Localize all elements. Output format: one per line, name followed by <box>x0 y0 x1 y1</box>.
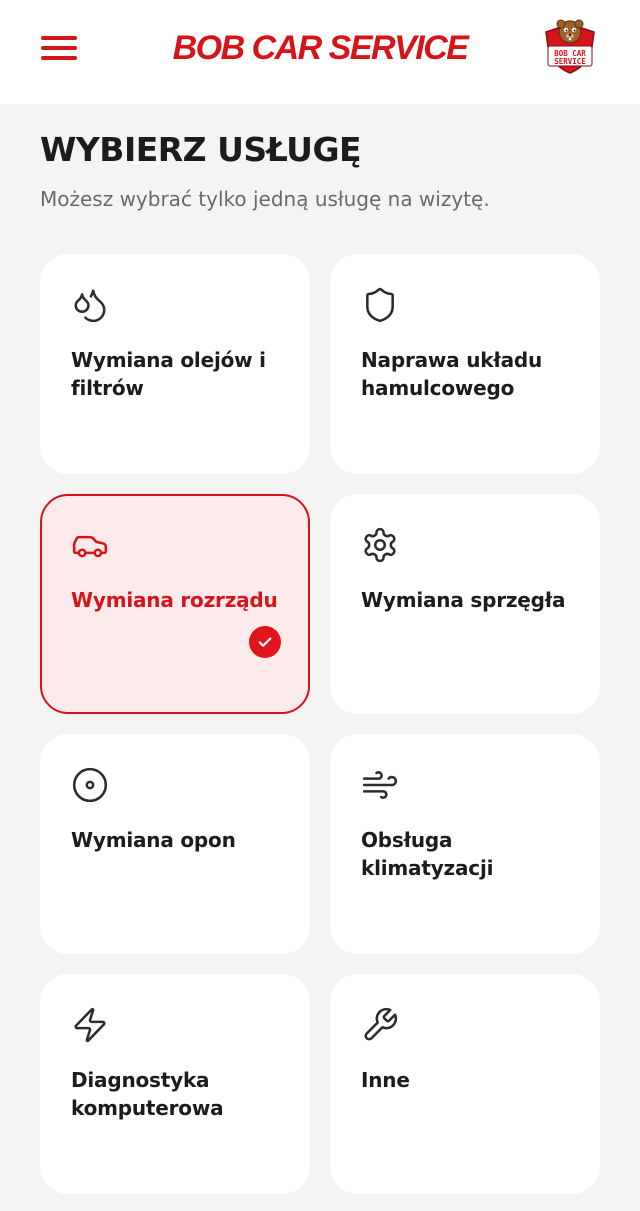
service-label: Diagnostyka komputerowa <box>71 1068 224 1120</box>
beaver-logo-icon: BOB CAR SERVICE <box>545 19 595 74</box>
oil-drops-icon <box>71 286 109 324</box>
service-card-other[interactable]: Inne <box>330 974 600 1194</box>
service-grid: Wymiana olejów i filtrów Naprawa układu … <box>40 254 600 1194</box>
svg-text:SERVICE: SERVICE <box>554 57 586 66</box>
service-label: Wymiana opon <box>71 828 236 852</box>
menu-bar <box>41 36 77 40</box>
disc-icon <box>71 766 109 804</box>
wrench-icon <box>361 1006 399 1044</box>
service-card-clutch[interactable]: Wymiana sprzęgła <box>330 494 600 714</box>
service-label: Inne <box>361 1068 410 1092</box>
lightning-icon <box>71 1006 109 1044</box>
app-header: BOB CAR SERVICE BOB CAR SERVICE <box>0 0 640 104</box>
service-card-ac[interactable]: Obsługa klimatyzacji <box>330 734 600 954</box>
service-card-diagnostics[interactable]: Diagnostyka komputerowa <box>40 974 310 1194</box>
menu-bar <box>41 46 77 50</box>
car-icon <box>71 526 109 564</box>
selected-check-icon <box>249 626 281 658</box>
service-label: Naprawa układu hamulcowego <box>361 348 543 400</box>
shield-icon <box>361 286 399 324</box>
mascot-logo[interactable]: BOB CAR SERVICE <box>537 18 603 76</box>
service-label: Obsługa klimatyzacji <box>361 828 494 880</box>
service-label: Wymiana olejów i filtrów <box>71 348 266 400</box>
service-card-timing[interactable]: Wymiana rozrządu <box>40 494 310 714</box>
service-label: Wymiana rozrządu <box>71 588 278 612</box>
service-card-brakes[interactable]: Naprawa układu hamulcowego <box>330 254 600 474</box>
service-card-tires[interactable]: Wymiana opon <box>40 734 310 954</box>
wind-icon <box>361 766 399 804</box>
page-title: WYBIERZ USŁUGĘ <box>40 130 362 169</box>
hamburger-menu-icon[interactable] <box>40 33 78 63</box>
service-label: Wymiana sprzęgła <box>361 588 566 612</box>
brand-title: BOB CAR SERVICE <box>172 29 469 67</box>
menu-bar <box>41 56 77 60</box>
gear-icon <box>361 526 399 564</box>
service-card-oil[interactable]: Wymiana olejów i filtrów <box>40 254 310 474</box>
page-subtitle: Możesz wybrać tylko jedną usługę na wizy… <box>40 187 490 211</box>
